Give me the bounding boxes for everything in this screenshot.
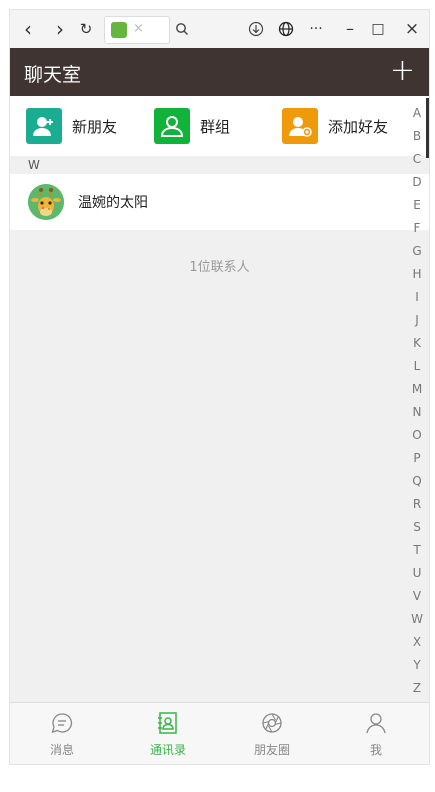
nav-label: 我 [369, 743, 382, 757]
contact-name: 温婉的太阳 [78, 195, 148, 211]
index-letter-i[interactable]: I [408, 286, 426, 309]
index-letter-p[interactable]: P [408, 447, 426, 470]
index-letter-u[interactable]: U [408, 562, 426, 585]
contact-count: 1位联系人 [189, 260, 250, 275]
new-friend-button[interactable]: 新朋友 [26, 108, 117, 144]
maximize-icon[interactable]: □ [368, 19, 388, 39]
profile-icon [346, 709, 406, 737]
index-letter-s[interactable]: S [408, 516, 426, 539]
favicon [111, 22, 127, 38]
index-letter-b[interactable]: B [408, 125, 426, 148]
index-letter-h[interactable]: H [408, 263, 426, 286]
section-header: W [10, 156, 429, 174]
index-letter-j[interactable]: J [408, 309, 426, 332]
nav-label: 通讯录 [149, 743, 186, 757]
add-friend-label: 添加好友 [328, 117, 389, 136]
index-letter-e[interactable]: E [408, 194, 426, 217]
index-letter-g[interactable]: G [408, 240, 426, 263]
app-header: 聊天室 + [10, 48, 429, 96]
group-icon [154, 108, 190, 144]
giraffe-avatar [28, 184, 64, 220]
index-letter-o[interactable]: O [408, 424, 426, 447]
index-letter-f[interactable]: F [408, 217, 426, 240]
refresh-icon[interactable]: ↻ [76, 19, 96, 39]
message-icon [32, 709, 92, 737]
add-friend-button[interactable]: 添加好友 [282, 108, 388, 144]
contacts-icon [138, 709, 198, 737]
moments-icon [242, 709, 302, 737]
add-button[interactable]: + [390, 56, 415, 86]
forward-icon[interactable]: › [50, 19, 70, 39]
index-letter-n[interactable]: N [408, 401, 426, 424]
index-letter-w[interactable]: W [408, 608, 426, 631]
bottom-nav: 消息 通讯录 朋友圈 我 [10, 702, 429, 764]
nav-moments[interactable]: 朋友圈 [242, 709, 302, 758]
group-label: 群组 [200, 117, 231, 136]
section-letter: W [28, 158, 40, 172]
index-letter-y[interactable]: Y [408, 654, 426, 677]
new-friend-label: 新朋友 [72, 117, 118, 136]
index-letter-z[interactable]: Z [408, 677, 426, 700]
browser-titlebar: ‹ › ↻ × ··· – □ × [10, 10, 429, 49]
browser-tab[interactable]: × [104, 16, 170, 44]
index-letter-v[interactable]: V [408, 585, 426, 608]
index-letter-l[interactable]: L [408, 355, 426, 378]
back-icon[interactable]: ‹ [18, 19, 38, 39]
app-window: ‹ › ↻ × ··· – □ × 聊天室 + 新朋友 群组 添加好友 W 温婉… [10, 10, 429, 764]
search-icon[interactable] [172, 19, 192, 39]
index-letter-q[interactable]: Q [408, 470, 426, 493]
page-title: 聊天室 [24, 64, 82, 86]
quick-actions: 新朋友 群组 添加好友 [10, 96, 429, 156]
close-icon[interactable]: × [402, 19, 422, 39]
index-letter-c[interactable]: C [408, 148, 426, 171]
index-letter-a[interactable]: A [408, 102, 426, 125]
index-letter-m[interactable]: M [408, 378, 426, 401]
nav-label: 朋友圈 [253, 743, 290, 757]
nav-label: 消息 [49, 743, 74, 757]
index-letter-d[interactable]: D [408, 171, 426, 194]
globe-icon[interactable] [276, 19, 296, 39]
new-friend-icon [26, 108, 62, 144]
index-letter-k[interactable]: K [408, 332, 426, 355]
contact-row[interactable]: 温婉的太阳 [10, 174, 429, 230]
alphabet-index: ABCDEFGHIJKLMNOPQRSTUVWXYZ [408, 102, 426, 700]
minimize-icon[interactable]: – [340, 19, 360, 39]
add-friend-icon [282, 108, 318, 144]
nav-messages[interactable]: 消息 [32, 709, 92, 758]
tab-close-icon[interactable]: × [133, 21, 144, 36]
more-icon[interactable]: ··· [306, 19, 326, 39]
index-letter-x[interactable]: X [408, 631, 426, 654]
download-icon[interactable] [246, 19, 266, 39]
nav-me[interactable]: 我 [346, 709, 406, 758]
scroll-indicator[interactable] [426, 98, 429, 158]
index-letter-t[interactable]: T [408, 539, 426, 562]
group-button[interactable]: 群组 [154, 108, 230, 144]
index-letter-r[interactable]: R [408, 493, 426, 516]
nav-contacts[interactable]: 通讯录 [138, 709, 198, 758]
